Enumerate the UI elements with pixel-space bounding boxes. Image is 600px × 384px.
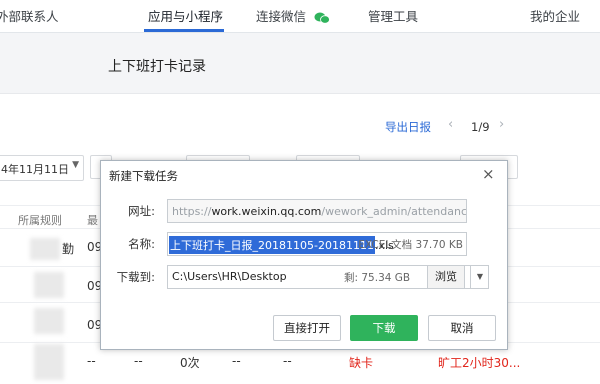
nav-apps[interactable]: 应用与小程序 — [148, 6, 223, 25]
name-label: 名称: — [128, 237, 155, 251]
save-to-label: 下载到: — [116, 270, 155, 284]
nav-connect-wechat-label: 连接微信 — [256, 9, 307, 24]
chevron-down-icon[interactable]: ▼ — [470, 266, 488, 288]
filename-selection: 上下班打卡_日报_20181105-20181111 — [169, 236, 375, 254]
top-nav: 外部联系人 应用与小程序 连接微信 管理工具 我的企业 — [0, 0, 600, 33]
file-size: EXCEL文档 37.70 KB — [358, 239, 463, 251]
url-path: /wework_admin/attendance/do — [321, 205, 467, 218]
dialog-title: 新建下载任务 — [109, 169, 178, 183]
nav-connect-wechat[interactable]: 连接微信 — [256, 6, 330, 25]
pager-prev-icon[interactable]: ‹ — [448, 117, 453, 132]
table-header-first: 最 — [87, 214, 98, 227]
table-cell: -- — [134, 354, 143, 368]
redacted-name — [34, 272, 64, 298]
table-cell: -- — [232, 354, 241, 368]
table-cell: -- — [87, 354, 96, 368]
nav-management-tools[interactable]: 管理工具 — [368, 6, 418, 25]
browse-button[interactable]: 浏览 — [427, 265, 465, 289]
nav-external-contacts[interactable]: 外部联系人 — [0, 6, 59, 25]
active-tab-indicator — [144, 29, 224, 32]
pager-indicator: 1/9 — [471, 120, 490, 134]
status-badge: 缺卡 — [349, 356, 374, 370]
pager-next-icon[interactable]: › — [499, 117, 504, 132]
export-report-link[interactable]: 导出日报 — [385, 119, 431, 135]
url-prefix: https:// — [172, 205, 212, 218]
redacted-name — [34, 308, 64, 334]
nav-my-company[interactable]: 我的企业 — [530, 6, 580, 25]
chevron-down-icon: ▼ — [72, 160, 79, 170]
download-dialog: 新建下载任务 × 网址: https://work.weixin.qq.com/… — [100, 160, 508, 350]
url-label: 网址: — [128, 204, 155, 218]
redacted-name — [30, 238, 60, 260]
save-path-value: C:\Users\HR\Desktop — [172, 270, 287, 283]
date-select[interactable]: 4年11月11日 ▼ — [0, 155, 84, 181]
cancel-button[interactable]: 取消 — [428, 315, 496, 341]
wechat-icon — [314, 12, 330, 24]
url-domain: work.weixin.qq.com — [211, 205, 322, 218]
page-header — [0, 33, 600, 94]
dialog-titlebar[interactable]: 新建下载任务 × — [101, 161, 507, 189]
table-cell-note: 旷工2小时30... — [438, 356, 521, 370]
filename-field[interactable]: 上下班打卡_日报_20181105-20181111.xls EXCEL文档 3… — [167, 232, 467, 256]
page-title: 上下班打卡记录 — [108, 59, 206, 75]
open-directly-button[interactable]: 直接打开 — [273, 315, 341, 341]
url-field[interactable]: https://work.weixin.qq.com/wework_admin/… — [167, 199, 467, 223]
date-select-value: 4年11月11日 — [1, 163, 69, 176]
download-button[interactable]: 下载 — [350, 315, 418, 341]
close-icon[interactable]: × — [482, 166, 495, 182]
table-cell: 0次 — [180, 356, 200, 370]
table-cell: 勤 — [62, 242, 75, 256]
table-header-rule: 所属规则 — [18, 214, 62, 227]
table-cell: -- — [283, 354, 292, 368]
free-space: 剩: 75.34 GB — [344, 272, 411, 284]
redacted-name — [34, 344, 64, 380]
